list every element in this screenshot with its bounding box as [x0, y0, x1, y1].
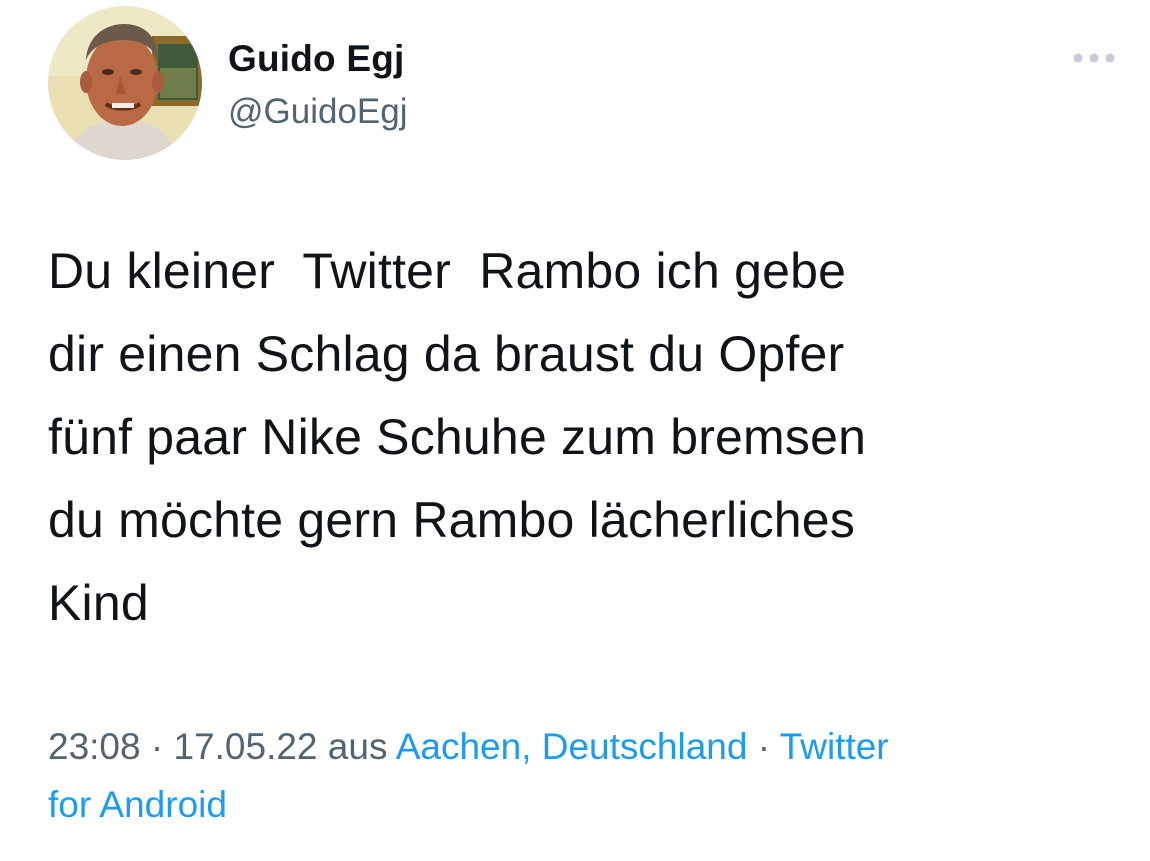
- tweet-text-line: Du kleiner Twitter Rambo ich gebe: [48, 243, 847, 299]
- tweet-date[interactable]: 17.05.22: [173, 726, 317, 767]
- tweet-card: Guido Egj @GuidoEgj Du kleiner Twitter R…: [0, 0, 1150, 861]
- meta-separator: ·: [747, 726, 780, 767]
- author-display-name[interactable]: Guido Egj: [228, 38, 405, 80]
- from-label: aus: [317, 726, 396, 767]
- more-options-icon[interactable]: [1068, 44, 1120, 72]
- tweet-text-line: dir einen Schlag da braust du Opfer: [48, 326, 845, 382]
- tweet-text: Du kleiner Twitter Rambo ich gebe dir ei…: [48, 230, 1088, 645]
- tweet-location-link[interactable]: Aachen, Deutschland: [396, 726, 748, 767]
- tweet-text-line: du möchte gern Rambo lächerliches: [48, 492, 856, 548]
- tweet-source-link[interactable]: Twitter: [780, 726, 889, 767]
- tweet-text-line: Kind: [48, 575, 149, 631]
- author-avatar[interactable]: [48, 6, 202, 160]
- avatar-photo: [48, 6, 202, 160]
- tweet-text-line: fünf paar Nike Schuhe zum bremsen: [48, 409, 867, 465]
- author-handle[interactable]: @GuidoEgj: [228, 92, 408, 132]
- tweet-time[interactable]: 23:08: [48, 726, 141, 767]
- meta-separator: ·: [140, 726, 174, 767]
- tweet-source-link-continued[interactable]: for Android: [48, 784, 227, 825]
- tweet-metadata: 23:08 · 17.05.22 aus Aachen, Deutschland…: [48, 718, 1108, 834]
